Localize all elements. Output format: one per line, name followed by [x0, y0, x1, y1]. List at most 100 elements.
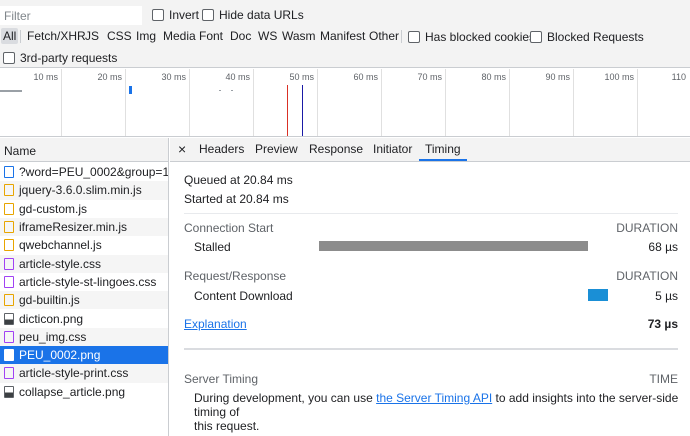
divider — [184, 213, 678, 214]
invert-checkbox[interactable]: Invert — [152, 8, 199, 22]
tick-label: 100 ms — [604, 72, 634, 82]
queued-at-text: Queued at 20.84 ms — [184, 173, 293, 187]
filter-input[interactable] — [0, 6, 142, 25]
request-row[interactable]: collapse_article.png — [0, 383, 168, 401]
third-party-requests-checkbox[interactable]: 3rd-party requests — [3, 51, 117, 65]
js-file-icon — [4, 239, 14, 252]
request-row[interactable]: jquery-3.6.0.slim.min.js — [0, 181, 168, 200]
request-bar — [129, 86, 132, 94]
detail-tabbar: × Headers Preview Response Initiator Tim… — [170, 138, 690, 162]
has-blocked-cookies-checkbox[interactable]: Has blocked cookies — [408, 30, 535, 44]
request-row[interactable]: iframeResizer.min.js — [0, 217, 168, 237]
type-filter-manifest[interactable]: Manifest — [318, 28, 367, 44]
separator — [20, 30, 21, 43]
request-row[interactable]: qwebchannel.js — [0, 236, 168, 254]
request-name: jquery-3.6.0.slim.min.js — [19, 183, 142, 198]
tab-preview[interactable]: Preview — [249, 138, 304, 161]
request-name: iframeResizer.min.js — [19, 220, 128, 235]
request-row[interactable]: gd-builtin.js — [0, 291, 168, 310]
request-row[interactable]: ?word=PEU_0002&group=1... — [0, 163, 168, 181]
request-name: gd-builtin.js — [19, 293, 80, 308]
request-name: gd-custom.js — [19, 201, 88, 216]
request-name: dicticon.png — [19, 311, 84, 326]
stalled-bar — [319, 241, 588, 251]
tick-label: 10 ms — [33, 72, 58, 82]
css-file-icon — [4, 257, 14, 270]
request-row[interactable]: PEU_0002.png — [0, 346, 168, 365]
gridline — [317, 69, 318, 136]
request-row[interactable]: article-style-st-lingoes.css — [0, 273, 168, 291]
duration-column-heading: DURATION — [616, 221, 678, 235]
network-overview-timeline[interactable]: 10 ms 20 ms 30 ms 40 ms 50 ms 60 ms 70 m… — [0, 69, 690, 137]
tick-label: 70 ms — [417, 72, 442, 82]
server-timing-text: During development, you can use — [194, 391, 377, 405]
request-list: Name ?word=PEU_0002&group=1... jquery-3.6… — [0, 138, 169, 436]
js-file-icon — [4, 202, 14, 215]
connection-start-heading: Connection Start — [184, 221, 274, 235]
css-file-icon — [4, 330, 14, 343]
tab-headers[interactable]: Headers — [193, 138, 250, 161]
tab-response[interactable]: Response — [303, 138, 369, 161]
divider — [184, 348, 678, 350]
gridline — [125, 69, 126, 136]
gridline — [189, 69, 190, 136]
request-response-heading: Request/Response — [184, 269, 287, 283]
type-filter-css[interactable]: CSS — [105, 28, 134, 44]
gridline — [61, 69, 62, 136]
img-file-icon — [4, 349, 14, 362]
dom-content-loaded-marker — [302, 85, 303, 136]
type-filter-wasm[interactable]: Wasm — [280, 28, 318, 44]
gridline — [573, 69, 574, 136]
tick-label: 20 ms — [97, 72, 122, 82]
tab-initiator[interactable]: Initiator — [367, 138, 418, 161]
separator — [401, 30, 402, 43]
content-download-bar — [588, 289, 608, 301]
total-duration: 73 µs — [647, 317, 678, 331]
tick-label: 30 ms — [161, 72, 186, 82]
type-filter-doc[interactable]: Doc — [228, 28, 253, 44]
request-row[interactable]: peu_img.css — [0, 327, 168, 346]
stalled-label: Stalled — [194, 240, 231, 254]
gridline — [253, 69, 254, 136]
type-filter-fetch-xhr[interactable]: Fetch/XHR — [25, 28, 88, 44]
css-file-icon — [4, 275, 14, 288]
request-name: article-style-print.css — [19, 366, 129, 381]
img-file-icon — [4, 385, 14, 398]
load-event-marker — [287, 85, 288, 136]
request-row[interactable]: article-style-print.css — [0, 364, 168, 383]
content-download-duration: 5 µs — [655, 289, 678, 303]
js-file-icon — [4, 184, 14, 197]
js-file-icon — [4, 294, 14, 307]
request-row[interactable]: dicticon.png — [0, 309, 168, 327]
hide-data-urls-checkbox[interactable]: Hide data URLs — [202, 8, 304, 22]
name-column-header[interactable]: Name — [0, 138, 168, 162]
request-bar — [231, 90, 233, 91]
duration-column-heading: DURATION — [616, 269, 678, 283]
request-name: PEU_0002.png — [19, 348, 101, 363]
explanation-link[interactable]: Explanation — [184, 317, 247, 331]
request-bar — [0, 90, 22, 92]
request-detail-pane: × Headers Preview Response Initiator Tim… — [170, 138, 690, 436]
type-filter-media[interactable]: Media — [161, 28, 198, 44]
request-row[interactable]: gd-custom.js — [0, 200, 168, 218]
server-timing-api-link[interactable]: the Server Timing API — [376, 391, 492, 405]
request-name: collapse_article.png — [19, 384, 126, 399]
doc-file-icon — [4, 166, 14, 179]
tick-label: 110 — [671, 72, 686, 82]
tab-timing[interactable]: Timing — [419, 138, 467, 161]
close-icon[interactable]: × — [172, 138, 192, 161]
type-filter-js[interactable]: JS — [83, 28, 101, 44]
request-name: article-style.css — [19, 256, 102, 271]
content-download-label: Content Download — [194, 289, 293, 303]
gridline — [445, 69, 446, 136]
type-filter-all[interactable]: All — [1, 28, 19, 44]
gridline — [509, 69, 510, 136]
type-filter-ws[interactable]: WS — [256, 28, 279, 44]
type-filter-other[interactable]: Other — [367, 28, 401, 44]
blocked-requests-checkbox[interactable]: Blocked Requests — [530, 30, 644, 44]
type-filter-font[interactable]: Font — [197, 28, 225, 44]
request-row[interactable]: article-style.css — [0, 254, 168, 273]
type-filter-img[interactable]: Img — [134, 28, 158, 44]
tick-label: 90 ms — [545, 72, 570, 82]
request-bar — [219, 90, 221, 91]
